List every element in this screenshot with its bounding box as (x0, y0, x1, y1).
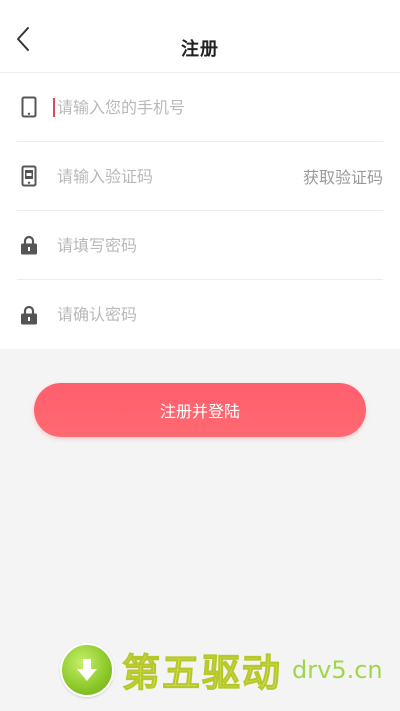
password-row (17, 211, 383, 280)
header-bar: 注册 (0, 0, 400, 73)
watermark-url: drv5.cn (292, 655, 383, 684)
register-screen: 注册 获取验证码 (0, 0, 400, 711)
watermark-text: 第五驱动 (121, 651, 283, 696)
confirm-password-input[interactable] (57, 305, 383, 324)
verification-code-input[interactable] (57, 166, 303, 186)
lock-icon (17, 303, 41, 327)
lock-icon (17, 233, 41, 257)
get-code-button[interactable]: 获取验证码 (303, 164, 383, 188)
password-input[interactable] (57, 235, 383, 255)
code-row: 获取验证码 (17, 142, 383, 211)
sms-code-icon (17, 164, 41, 188)
register-and-login-button[interactable]: 注册并登陆 (34, 383, 366, 437)
submit-area: 注册并登陆 (0, 349, 400, 437)
phone-input[interactable] (53, 97, 383, 117)
download-arrow-icon (60, 642, 114, 697)
register-form: 获取验证码 (0, 73, 400, 349)
watermark: 第五驱动 drv5.cn (60, 642, 383, 697)
phone-row (17, 73, 383, 142)
page-title: 注册 (181, 39, 219, 60)
confirm-password-row (17, 280, 383, 349)
phone-icon (17, 95, 41, 119)
